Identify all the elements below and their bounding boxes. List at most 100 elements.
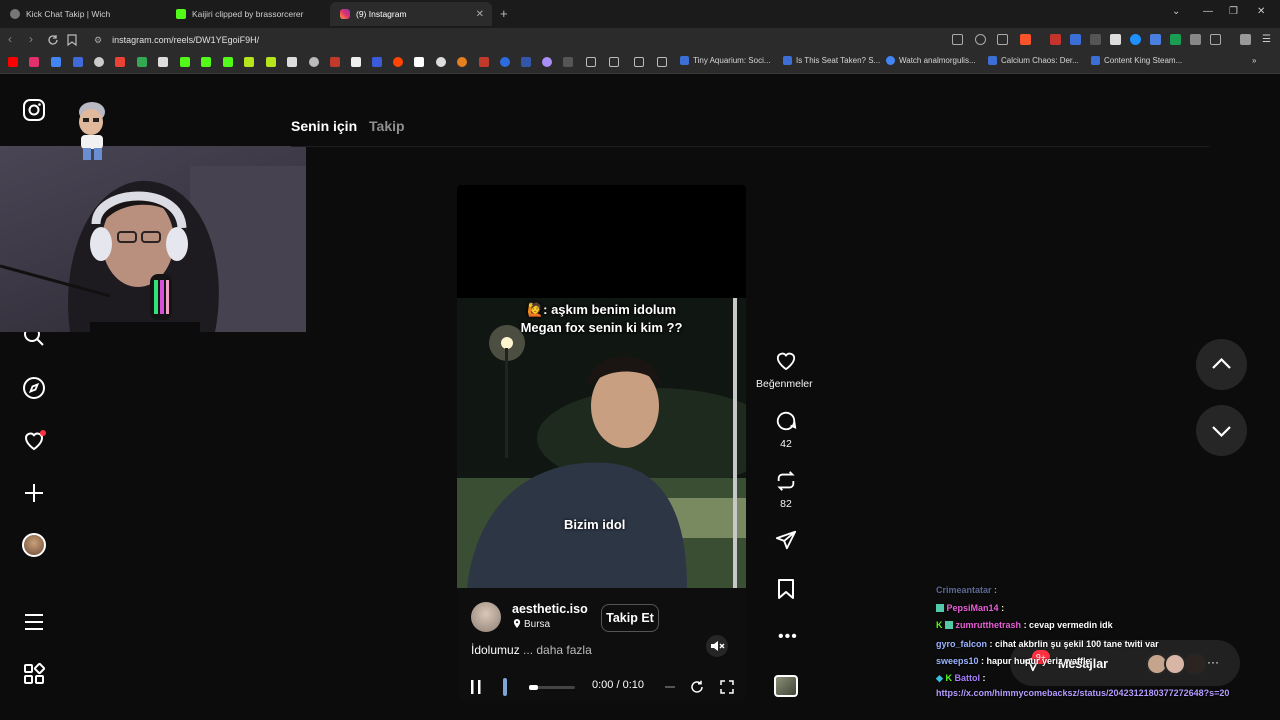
extension-icon[interactable] [1130,34,1141,45]
extension-icon[interactable] [1050,34,1061,45]
bookmark-icon[interactable] [94,57,104,67]
tab-following[interactable]: Takip [369,118,405,134]
captions-toggle[interactable] [665,686,675,688]
replay-icon[interactable] [690,680,704,694]
create-plus-icon[interactable] [22,481,46,505]
x-bookmark-icon[interactable] [351,57,361,67]
address-bar[interactable]: ⚙ instagram.com/reels/DW1YEgoiF9H/ [86,31,1036,49]
close-tab-icon[interactable]: ✕ [476,9,484,20]
folder-icon[interactable] [586,57,596,67]
volume-icon[interactable] [499,678,511,696]
bookmark-icon[interactable] [436,57,446,67]
bookmark-icon[interactable] [542,57,552,67]
maximize-icon[interactable]: ❐ [1229,6,1238,17]
extension-icon[interactable] [1150,34,1161,45]
follow-button[interactable]: Takip Et [601,604,659,632]
close-window-icon[interactable]: ✕ [1257,6,1265,17]
bookmark-icon[interactable] [457,57,467,67]
bookmark-icon[interactable] [414,57,424,67]
like-heart-icon[interactable] [775,350,797,370]
bookmark-link[interactable]: Content King Steam... [1091,56,1182,65]
instagram-bookmark-icon[interactable] [29,57,39,67]
zoom-icon[interactable] [975,34,986,45]
kick-bookmark-icon[interactable] [180,57,190,67]
cast-icon[interactable] [952,34,963,45]
brave-shield-icon[interactable] [1020,34,1031,45]
bookmark-icon[interactable] [500,57,510,67]
folder-icon[interactable] [657,57,667,67]
author-location[interactable]: Bursa [513,619,550,630]
browser-tab[interactable]: Kick Chat Takip | Wich [0,2,165,26]
bookmark-icon[interactable] [309,57,319,67]
bookmark-icon[interactable] [521,57,531,67]
author-username[interactable]: aesthetic.iso [512,602,588,616]
author-avatar[interactable] [471,602,501,632]
mute-button[interactable] [706,635,728,657]
instagram-logo-icon[interactable] [22,98,46,122]
bookmark-icon[interactable] [372,57,382,67]
bookmark-link[interactable]: Watch analmorgulis... [886,56,976,65]
reel-description[interactable]: İdolumuz ... daha fazla [471,643,592,657]
save-bookmark-icon[interactable] [776,578,796,600]
extension-icon[interactable] [1110,34,1121,45]
repost-action[interactable]: 82 [770,470,802,510]
more-link[interactable]: ... daha fazla [523,643,592,657]
reddit-bookmark-icon[interactable] [393,57,403,67]
explore-icon[interactable] [22,376,46,400]
chat-link[interactable]: https://x.com/himmycomebacksz/status/204… [936,688,1229,698]
next-reel-button[interactable] [1196,405,1247,456]
forward-icon[interactable]: › [29,32,33,46]
extension-icon[interactable] [1090,34,1101,45]
extensions-puzzle-icon[interactable] [1190,34,1201,45]
minimize-icon[interactable]: — [1203,6,1213,17]
menu-icon[interactable]: ☰ [1262,34,1271,45]
kick-bookmark-icon[interactable] [223,57,233,67]
gmail-bookmark-icon[interactable] [115,57,125,67]
profile-avatar[interactable] [22,533,46,557]
extension-icon[interactable] [1170,34,1181,45]
more-bookmarks-icon[interactable]: » [1252,56,1256,65]
sidebar-icon[interactable] [1210,34,1221,45]
new-tab-button[interactable]: + [500,6,508,21]
drive-bookmark-icon[interactable] [137,57,147,67]
bookmark-icon[interactable] [563,57,573,67]
folder-icon[interactable] [609,57,619,67]
notifications-heart-icon[interactable] [22,428,46,452]
kick-bookmark-icon[interactable] [201,57,211,67]
bookmark-icon[interactable] [330,57,340,67]
youtube-bookmark-icon[interactable] [8,57,18,67]
browser-tab-active[interactable]: (9) Instagram ✕ [330,2,492,26]
bookmark-icon[interactable] [158,57,168,67]
audio-thumbnail[interactable] [774,675,798,697]
previous-reel-button[interactable] [1196,339,1247,390]
bookmark-icon[interactable] [479,57,489,67]
menu-hamburger-icon[interactable] [22,610,46,634]
bookmark-link[interactable]: Tiny Aquarium: Soci... [680,56,771,65]
browser-tab[interactable]: Kaijiri clipped by brassorcerer [166,2,330,26]
reel-player[interactable]: 🙋: aşkım benim idolum Megan fox senin ki… [457,185,746,700]
bookmark-link[interactable]: Calcium Chaos: Der... [988,56,1079,65]
extension-icon[interactable] [1070,34,1081,45]
bookmark-page-icon[interactable] [67,34,77,46]
bookmark-icon[interactable] [73,57,83,67]
reload-icon[interactable] [47,34,59,46]
tab-for-you[interactable]: Senin için [291,118,357,134]
more-icon[interactable]: ··· [1207,655,1219,669]
bookmark-icon[interactable] [244,57,254,67]
site-settings-icon[interactable]: ⚙ [94,35,102,46]
reel-video[interactable]: 🙋: aşkım benim idolum Megan fox senin ki… [457,298,746,588]
share-send-icon[interactable] [775,529,797,551]
progress-handle[interactable] [529,685,538,690]
bookmark-link[interactable]: Is This Seat Taken? S... [783,56,880,65]
fullscreen-icon[interactable] [720,680,734,694]
comment-action[interactable]: 42 [770,410,802,450]
folder-icon[interactable] [634,57,644,67]
tab-search-icon[interactable]: ⌄ [1172,6,1180,17]
bookmark-icon[interactable] [266,57,276,67]
bookmark-icon[interactable] [287,57,297,67]
media-icon[interactable] [1240,34,1251,45]
bookmark-icon[interactable] [51,57,61,67]
more-options-icon[interactable]: ••• [778,628,798,646]
apps-grid-icon[interactable] [22,662,46,686]
back-icon[interactable]: ‹ [8,32,12,46]
